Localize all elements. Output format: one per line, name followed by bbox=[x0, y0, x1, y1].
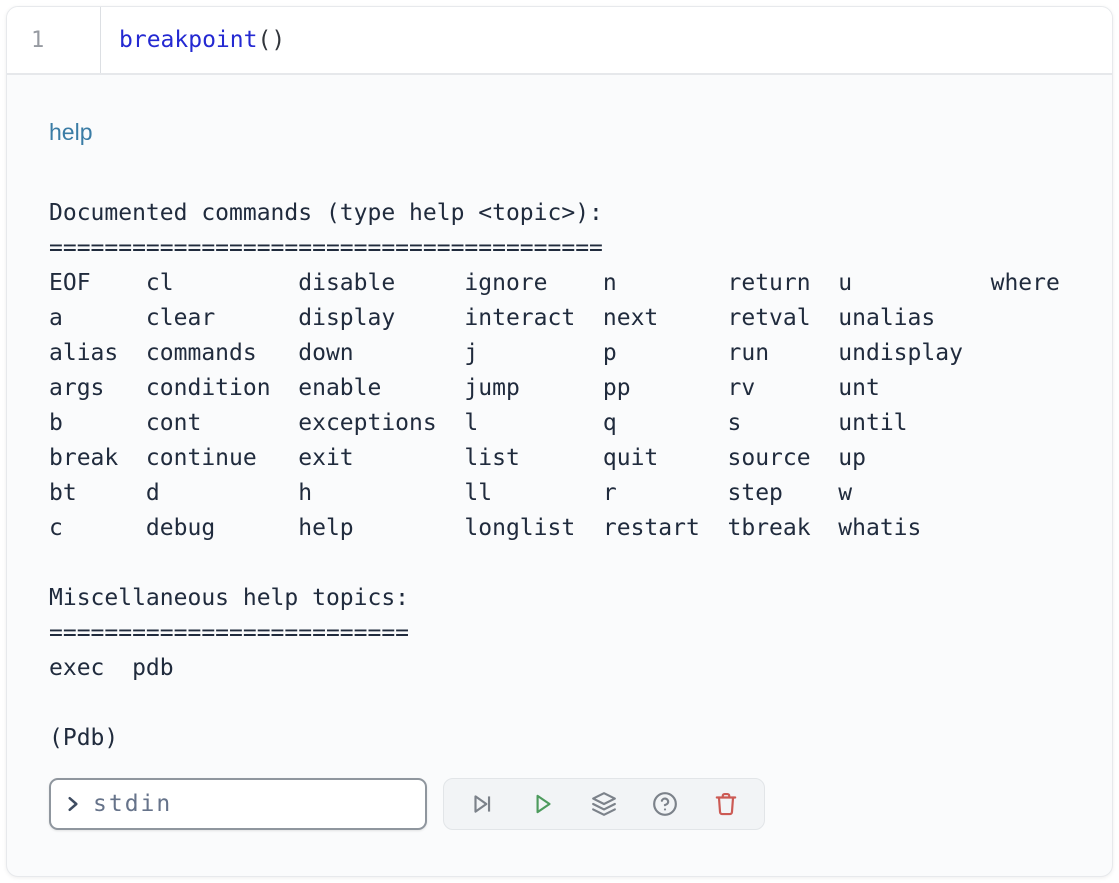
layers-icon bbox=[591, 791, 617, 817]
code-editor[interactable]: 1 breakpoint() bbox=[7, 7, 1112, 75]
code-line[interactable]: breakpoint() bbox=[101, 7, 285, 73]
code-runner-card: 1 breakpoint() help Documented commands … bbox=[6, 6, 1113, 877]
step-forward-button[interactable] bbox=[468, 790, 496, 818]
clear-button[interactable] bbox=[712, 790, 740, 818]
code-token-builtin: breakpoint bbox=[119, 27, 257, 53]
toolbar bbox=[443, 778, 765, 830]
run-button[interactable] bbox=[529, 790, 557, 818]
code-token-punctuation: () bbox=[257, 27, 285, 53]
line-number: 1 bbox=[31, 28, 44, 53]
stack-frames-button[interactable] bbox=[590, 790, 618, 818]
echoed-user-input: help bbox=[49, 119, 1070, 146]
run-icon bbox=[530, 791, 556, 817]
stdin-input-box[interactable] bbox=[49, 778, 427, 830]
console-controls bbox=[49, 778, 1070, 830]
stdin-input[interactable] bbox=[93, 791, 413, 817]
console-output-area: help Documented commands (type help <top… bbox=[7, 119, 1112, 830]
prompt-chevron-icon bbox=[63, 794, 83, 814]
program-output: Documented commands (type help <topic>):… bbox=[49, 196, 1070, 756]
trash-icon bbox=[713, 791, 739, 817]
help-button[interactable] bbox=[651, 790, 679, 818]
help-icon bbox=[652, 791, 678, 817]
step-forward-icon bbox=[469, 791, 495, 817]
line-number-gutter: 1 bbox=[7, 7, 101, 73]
